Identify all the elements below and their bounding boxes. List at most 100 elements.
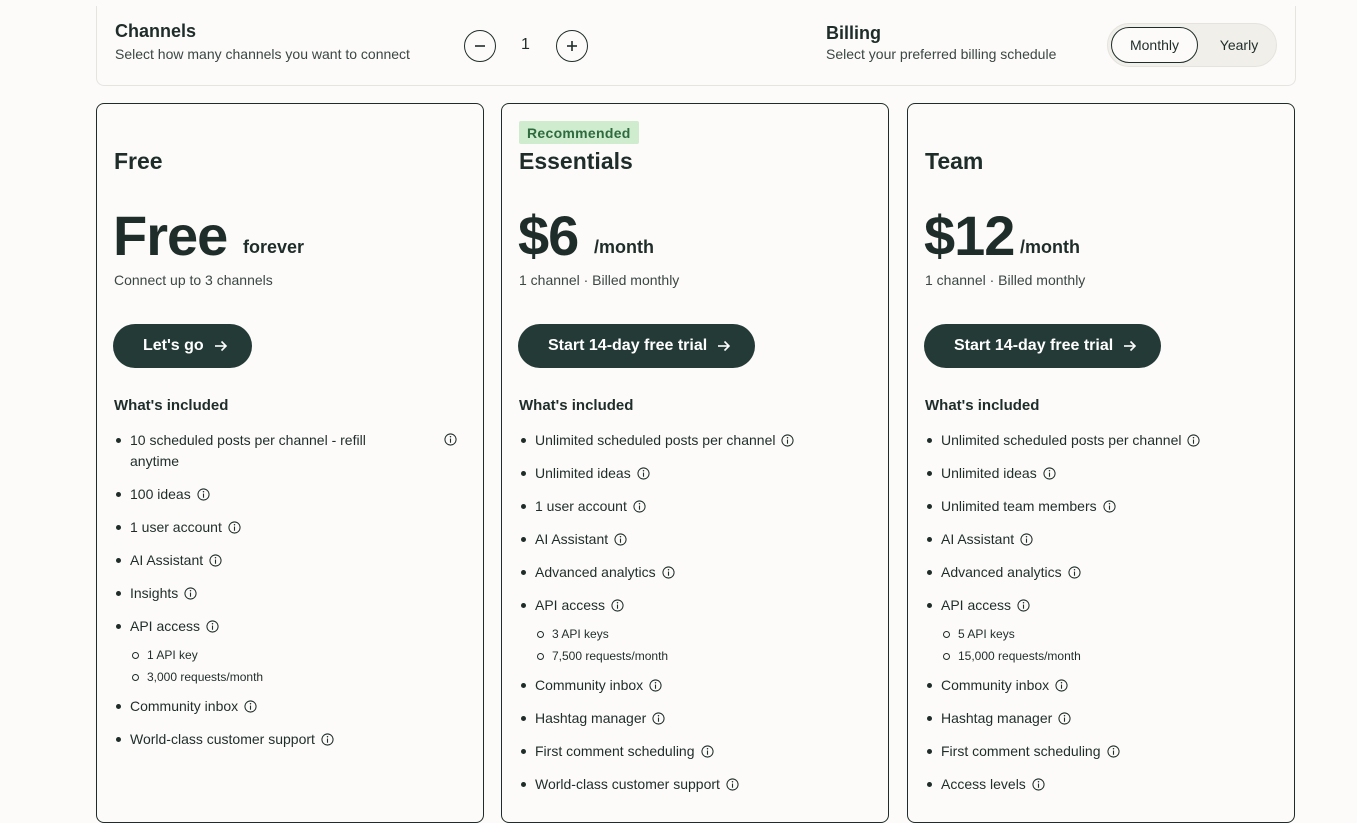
included-heading: What's included — [519, 397, 634, 414]
info-icon[interactable] — [184, 587, 197, 600]
price-suffix: /month — [1020, 237, 1080, 257]
included-heading: What's included — [114, 397, 229, 414]
plan-price: Free — [113, 204, 228, 267]
info-icon[interactable] — [321, 733, 334, 746]
sub-list-item: 7,500 requests/month — [535, 645, 879, 667]
billing-subtitle: Select your preferred billing schedule — [826, 46, 1057, 62]
list-item: Community inbox — [114, 696, 474, 717]
info-icon[interactable] — [1187, 434, 1200, 447]
sub-list-item: 3,000 requests/month — [130, 666, 474, 688]
list-item: Community inbox — [925, 675, 1285, 696]
info-icon[interactable] — [1043, 467, 1056, 480]
increase-channels-button[interactable] — [556, 30, 588, 62]
list-item: Advanced analytics — [519, 562, 879, 583]
billing-option-yearly[interactable]: Yearly — [1204, 27, 1274, 63]
billing-title: Billing — [826, 23, 881, 43]
info-icon[interactable] — [209, 554, 222, 567]
billing-toggle: Monthly Yearly — [1107, 23, 1277, 67]
plan-card-essentials: Recommended Essentials $6 /month 1 chann… — [501, 103, 889, 823]
list-item: 1 user account — [114, 517, 474, 538]
plus-icon — [567, 41, 577, 51]
plan-price: $12 — [924, 204, 1015, 267]
api-sub-list: 5 API keys 15,000 requests/month — [941, 623, 1285, 667]
billing-option-monthly[interactable]: Monthly — [1111, 27, 1198, 63]
info-icon[interactable] — [1068, 566, 1081, 579]
info-icon[interactable] — [1020, 533, 1033, 546]
info-icon[interactable] — [701, 745, 714, 758]
channels-title: Channels — [115, 21, 197, 41]
list-item: API access 5 API keys 15,000 requests/mo… — [925, 595, 1285, 667]
list-item: Community inbox — [519, 675, 879, 696]
info-icon[interactable] — [197, 488, 210, 501]
channel-count: 1 — [521, 36, 530, 53]
plan-card-free: Free Free forever Connect up to 3 channe… — [96, 103, 484, 823]
info-icon[interactable] — [662, 566, 675, 579]
decrease-channels-button[interactable] — [464, 30, 496, 62]
info-icon[interactable] — [1107, 745, 1120, 758]
sub-list-item: 15,000 requests/month — [941, 645, 1285, 667]
sub-list-item: 3 API keys — [535, 623, 879, 645]
price-note: 1 channel · Billed monthly — [925, 272, 1086, 288]
plan-name: Free — [114, 148, 163, 174]
cta-label: Start 14-day free trial — [954, 337, 1114, 354]
list-item: Hashtag manager — [925, 708, 1285, 729]
info-icon[interactable] — [444, 433, 457, 446]
plan-name: Essentials — [519, 148, 633, 174]
info-icon[interactable] — [611, 599, 624, 612]
list-item: Unlimited ideas — [519, 463, 879, 484]
info-icon[interactable] — [652, 712, 665, 725]
price-note: 1 channel · Billed monthly — [519, 272, 680, 288]
info-icon[interactable] — [1055, 679, 1068, 692]
price-suffix: /month — [594, 237, 654, 257]
info-icon[interactable] — [637, 467, 650, 480]
arrow-right-icon — [717, 339, 731, 353]
included-heading: What's included — [925, 397, 1040, 414]
list-item: Hashtag manager — [519, 708, 879, 729]
info-icon[interactable] — [614, 533, 627, 546]
list-item: Unlimited scheduled posts per channel — [519, 430, 879, 451]
feature-list: Unlimited scheduled posts per channel Un… — [925, 430, 1285, 807]
list-item: AI Assistant — [519, 529, 879, 550]
list-item: API access 3 API keys 7,500 requests/mon… — [519, 595, 879, 667]
info-icon[interactable] — [1058, 712, 1071, 725]
plan-card-team: Team $12 /month 1 channel · Billed month… — [907, 103, 1295, 823]
lets-go-button[interactable]: Let's go — [113, 324, 252, 368]
info-icon[interactable] — [781, 434, 794, 447]
info-icon[interactable] — [244, 700, 257, 713]
list-item: Insights — [114, 583, 474, 604]
start-trial-button[interactable]: Start 14-day free trial — [924, 324, 1162, 368]
info-icon[interactable] — [726, 778, 739, 791]
selector-bar: Channels Select how many channels you wa… — [96, 6, 1296, 86]
sub-list-item: 5 API keys — [941, 623, 1285, 645]
list-item: API access 1 API key 3,000 requests/mont… — [114, 616, 474, 688]
arrow-right-icon — [214, 339, 228, 353]
list-item: Unlimited ideas — [925, 463, 1285, 484]
start-trial-button[interactable]: Start 14-day free trial — [518, 324, 756, 368]
info-icon[interactable] — [633, 500, 646, 513]
info-icon[interactable] — [1017, 599, 1030, 612]
info-icon[interactable] — [1032, 778, 1045, 791]
list-item: Advanced analytics — [925, 562, 1285, 583]
list-item: First comment scheduling — [925, 741, 1285, 762]
plan-price: $6 — [518, 204, 579, 267]
arrow-right-icon — [1123, 339, 1137, 353]
info-icon[interactable] — [228, 521, 241, 534]
feature-list: 10 scheduled posts per channel - refill … — [114, 430, 474, 762]
list-item: 1 user account — [519, 496, 879, 517]
info-icon[interactable] — [206, 620, 219, 633]
feature-list: Unlimited scheduled posts per channel Un… — [519, 430, 879, 807]
list-item: 100 ideas — [114, 484, 474, 505]
list-item: World-class customer support — [114, 729, 474, 750]
list-item: First comment scheduling — [519, 741, 879, 762]
api-sub-list: 3 API keys 7,500 requests/month — [535, 623, 879, 667]
minus-icon — [475, 45, 485, 47]
api-sub-list: 1 API key 3,000 requests/month — [130, 644, 474, 688]
price-suffix: forever — [243, 237, 305, 257]
info-icon[interactable] — [649, 679, 662, 692]
sub-list-item: 1 API key — [130, 644, 474, 666]
info-icon[interactable] — [1103, 500, 1116, 513]
list-item: Unlimited team members — [925, 496, 1285, 517]
list-item: AI Assistant — [925, 529, 1285, 550]
list-item: AI Assistant — [114, 550, 474, 571]
price-note: Connect up to 3 channels — [114, 272, 273, 288]
